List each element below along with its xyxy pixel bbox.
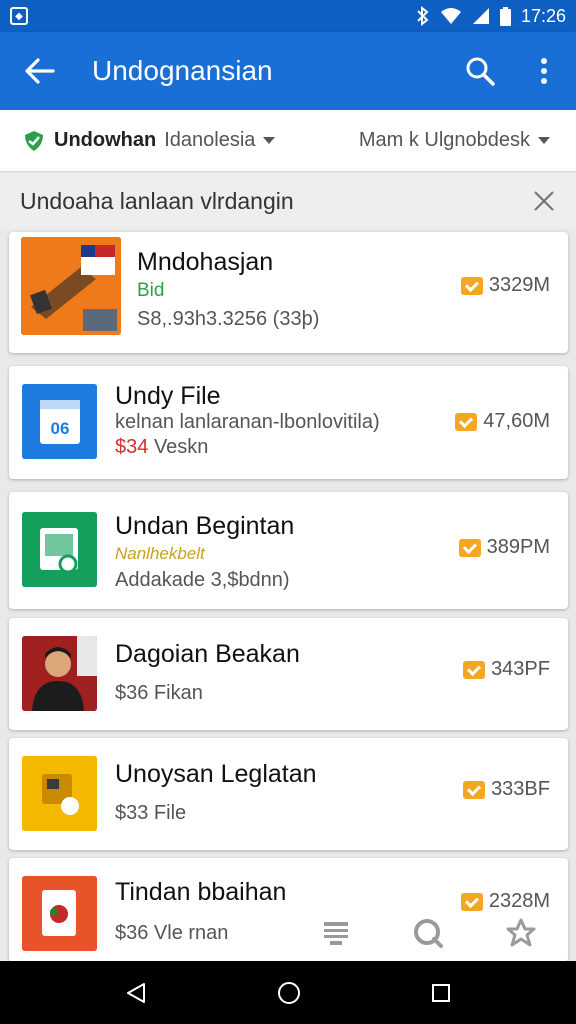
app-thumbnail (21, 237, 121, 335)
item-size-value: 47,60M (483, 410, 550, 432)
nav-recents-icon[interactable] (431, 983, 451, 1003)
close-icon (534, 191, 554, 211)
item-name: Mndohasjan (137, 248, 274, 276)
nav-back-icon[interactable] (125, 982, 147, 1004)
section-header: Undoaha lanlaan vlrdangin (0, 173, 576, 229)
item-meta-text: Veskn (153, 436, 209, 458)
download-badge-icon (460, 276, 483, 295)
item-size: 343PF (463, 658, 550, 681)
wifi-icon (440, 8, 461, 24)
item-name: Undy File (115, 382, 221, 410)
svg-text:06: 06 (51, 419, 70, 438)
item-price: $34 (115, 436, 149, 458)
more-vert-icon (541, 58, 547, 84)
chevron-down-icon (538, 137, 550, 144)
list-item[interactable]: Mndohasjan Bid S8,.93h3.3256 (33þ) 3329M (9, 232, 568, 353)
list-item[interactable]: Unoysan Leglatan $33 File 333BF (9, 738, 568, 850)
item-tag: Nanlhekbelt (115, 544, 205, 563)
battery-icon (499, 6, 511, 26)
list-item[interactable]: Dagoian Beakan $36 Fikan 343PF (9, 618, 568, 730)
app-thumbnail (22, 756, 97, 831)
list-item[interactable]: Undan Begintan Nanlhekbelt Addakade 3,$b… (9, 492, 568, 609)
section-title: Undoaha lanlaan vlrdangin (20, 187, 294, 214)
download-badge-icon (463, 780, 486, 799)
item-meta: Addakade 3,$bdnn) (115, 569, 290, 591)
item-name: Unoysan Leglatan (115, 760, 317, 788)
arrow-back-icon (25, 58, 55, 84)
item-tag: Bid (137, 280, 165, 301)
item-meta: $34 Veskn (115, 436, 208, 459)
item-name: Undan Begintan (115, 512, 295, 540)
chevron-down-icon (263, 137, 276, 144)
list-item[interactable]: 06 Undy File kelnan lanlaranan-lbonlovit… (9, 366, 568, 479)
download-badge-icon (458, 538, 481, 557)
overflow-menu-button[interactable] (512, 32, 576, 110)
app-thumbnail: 06 (22, 384, 97, 459)
shield-check-icon (25, 130, 43, 151)
search-tab-icon[interactable] (412, 917, 444, 949)
back-button[interactable] (0, 32, 80, 110)
status-bar: ◆ 17:26 (0, 0, 576, 32)
page-title: Undognansian (92, 55, 273, 86)
item-meta: $36 Vle rnan (115, 922, 229, 944)
item-size: 333BF (463, 778, 550, 801)
close-button[interactable] (530, 187, 558, 215)
search-button[interactable] (448, 32, 512, 110)
nav-home-icon[interactable] (277, 981, 301, 1005)
search-icon (466, 57, 495, 86)
region-filter[interactable]: Undowhan Idanolesia (0, 129, 276, 153)
notification-icon: ◆ (10, 7, 28, 25)
download-badge-icon (463, 660, 486, 679)
item-meta: $33 File (115, 802, 187, 824)
bottom-tabs (290, 906, 568, 960)
region-filter-value: Idanolesia (164, 129, 256, 151)
item-size-value: 389PM (486, 536, 550, 558)
app-thumbnail (22, 876, 97, 951)
item-size-value: 343PF (491, 658, 550, 680)
region-filter-label: Undowhan (54, 129, 157, 151)
signal-icon (472, 8, 489, 24)
filter-bar: Undowhan Idanolesia Mam k Ulgnobdesk (0, 110, 576, 172)
system-nav-bar (0, 961, 576, 1024)
item-size: 389PM (458, 536, 550, 559)
item-size-value: 333BF (491, 778, 550, 800)
bluetooth-icon (417, 6, 429, 26)
app-bar: Undognansian (0, 32, 576, 110)
item-size-value: 3329M (488, 274, 550, 296)
item-meta: $36 Fikan (115, 682, 203, 704)
sort-filter[interactable]: Mam k Ulgnobdesk (359, 129, 576, 152)
item-desc: kelnan lanlaranan-lbonlovitila) (115, 411, 380, 433)
status-time: 17:26 (520, 5, 566, 26)
item-name: Tindan bbaihan (115, 878, 287, 906)
favorites-icon[interactable] (505, 917, 537, 949)
item-size: 3329M (460, 274, 550, 297)
item-meta: S8,.93h3.3256 (33þ) (137, 308, 320, 330)
list-view-icon[interactable] (321, 918, 351, 948)
item-name: Dagoian Beakan (115, 640, 300, 668)
download-badge-icon (455, 412, 478, 431)
avatar (22, 636, 97, 711)
item-size: 47,60M (455, 410, 550, 433)
sort-filter-label: Mam k Ulgnobdesk (358, 129, 530, 151)
app-thumbnail (22, 512, 97, 587)
